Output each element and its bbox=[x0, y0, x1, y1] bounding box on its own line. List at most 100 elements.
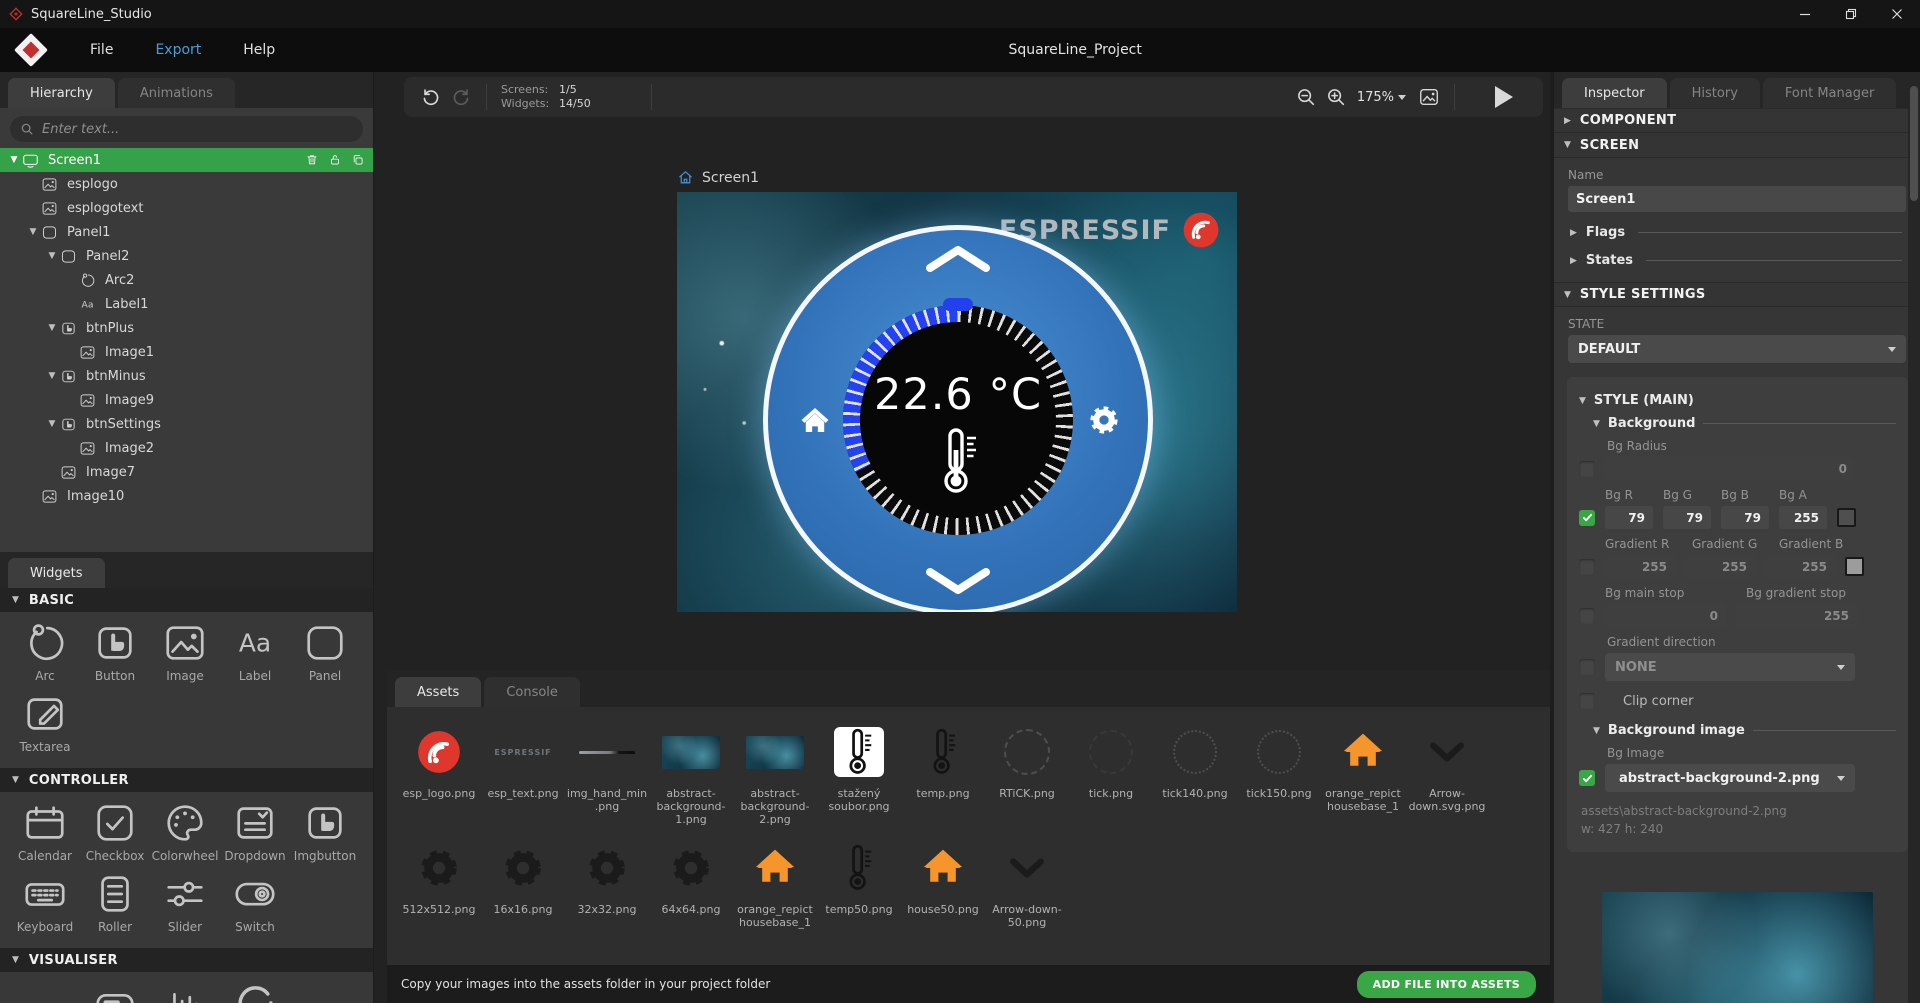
asset-item[interactable]: temp50.png bbox=[817, 837, 901, 929]
menu-file[interactable]: File bbox=[90, 42, 113, 58]
tree-node-Label1[interactable]: AaLabel1 bbox=[0, 292, 373, 316]
tab-assets[interactable]: Assets bbox=[395, 677, 481, 707]
widget-roller[interactable]: Roller bbox=[80, 871, 150, 934]
asset-item[interactable]: ESPRESSIFesp_text.png bbox=[481, 721, 565, 827]
tree-caret[interactable]: ▼ bbox=[44, 419, 60, 429]
tree-node-Panel2[interactable]: ▼Panel2 bbox=[0, 244, 373, 268]
states-collapsible[interactable]: ▶States bbox=[1570, 253, 1906, 268]
asset-item[interactable]: stažený soubor.png bbox=[817, 721, 901, 827]
restore-button[interactable] bbox=[1828, 0, 1874, 28]
tab-widgets[interactable]: Widgets bbox=[8, 558, 105, 588]
add-file-into-assets-button[interactable]: ADD FILE INTO ASSETS bbox=[1357, 971, 1536, 998]
tree-caret[interactable]: ▼ bbox=[44, 371, 60, 381]
clip-corner-checkbox[interactable] bbox=[1579, 693, 1595, 709]
bg-radius-field[interactable]: 0 bbox=[1605, 457, 1855, 480]
widget-chart[interactable] bbox=[150, 980, 220, 1003]
asset-item[interactable]: 512x512.png bbox=[397, 837, 481, 929]
bg-a-field[interactable]: 255 bbox=[1779, 506, 1827, 529]
tab-hierarchy[interactable]: Hierarchy bbox=[8, 78, 115, 108]
tree-node-Image9[interactable]: Image9 bbox=[0, 388, 373, 412]
background-subheader[interactable]: ▼Background bbox=[1593, 416, 1896, 431]
widget-button[interactable]: Button bbox=[80, 620, 150, 683]
tab-animations[interactable]: Animations bbox=[118, 78, 235, 108]
tree-node-esplogotext[interactable]: esplogotext bbox=[0, 196, 373, 220]
zoom-level[interactable]: 175% bbox=[1357, 90, 1394, 105]
tree-node-esplogo[interactable]: esplogo bbox=[0, 172, 373, 196]
asset-item[interactable]: abstract-background-1.png bbox=[649, 721, 733, 827]
asset-item[interactable]: 16x16.png bbox=[481, 837, 565, 929]
delete-icon[interactable] bbox=[305, 153, 319, 167]
asset-item[interactable]: tick140.png bbox=[1153, 721, 1237, 827]
bg-b-field[interactable]: 79 bbox=[1721, 506, 1769, 529]
close-button[interactable] bbox=[1874, 0, 1920, 28]
widget-spinner[interactable] bbox=[220, 980, 290, 1003]
home-button[interactable] bbox=[798, 403, 832, 437]
widget-image[interactable]: Image bbox=[150, 620, 220, 683]
tree-caret[interactable]: ▼ bbox=[6, 155, 22, 165]
tree-node-Arc2[interactable]: Arc2 bbox=[0, 268, 373, 292]
tab-history[interactable]: History bbox=[1670, 78, 1760, 108]
widget-checkbox[interactable]: Checkbox bbox=[80, 800, 150, 863]
design-canvas[interactable]: ESPRESSIF bbox=[677, 192, 1237, 612]
gradient-r-field[interactable]: 255 bbox=[1605, 555, 1675, 578]
asset-item[interactable]: Arrow-down-50.png bbox=[985, 837, 1069, 929]
state-dropdown[interactable]: DEFAULT bbox=[1568, 335, 1906, 363]
asset-item[interactable]: tick150.png bbox=[1237, 721, 1321, 827]
widget-slider[interactable]: Slider bbox=[150, 871, 220, 934]
hierarchy-search[interactable] bbox=[10, 116, 363, 142]
bg-main-stop-field[interactable]: 0 bbox=[1605, 604, 1726, 627]
gradient-color-checkbox[interactable] bbox=[1579, 559, 1595, 575]
stops-checkbox[interactable] bbox=[1579, 608, 1595, 624]
copy-icon[interactable] bbox=[351, 153, 365, 167]
widget-imgbutton[interactable]: Imgbutton bbox=[290, 800, 360, 863]
tree-node-Image7[interactable]: Image7 bbox=[0, 460, 373, 484]
bg-r-field[interactable]: 79 bbox=[1605, 506, 1653, 529]
widget-bar[interactable] bbox=[80, 980, 150, 1003]
tree-node-Image10[interactable]: Image10 bbox=[0, 484, 373, 508]
redo-button[interactable] bbox=[450, 86, 472, 108]
tree-node-Image2[interactable]: Image2 bbox=[0, 436, 373, 460]
screen-section-header[interactable]: ▼SCREEN bbox=[1554, 133, 1920, 158]
style-settings-header[interactable]: ▼STYLE SETTINGS bbox=[1554, 282, 1920, 307]
bg-gradient-stop-field[interactable]: 255 bbox=[1736, 604, 1857, 627]
asset-item[interactable]: 32x32.png bbox=[565, 837, 649, 929]
tab-font-manager[interactable]: Font Manager bbox=[1763, 78, 1896, 108]
section-header-controller[interactable]: ▼CONTROLLER bbox=[0, 768, 373, 792]
gradient-b-field[interactable]: 255 bbox=[1765, 555, 1835, 578]
asset-item[interactable]: orange_repict housebase_1 bbox=[1321, 721, 1405, 827]
widget-switch[interactable]: Switch bbox=[220, 871, 290, 934]
asset-item[interactable]: abstract-background-2.png bbox=[733, 721, 817, 827]
tree-node-btnSettings[interactable]: ▼btnSettings bbox=[0, 412, 373, 436]
minimize-button[interactable] bbox=[1782, 0, 1828, 28]
gradient-direction-dropdown[interactable]: NONE bbox=[1605, 653, 1855, 681]
search-input[interactable] bbox=[42, 122, 353, 137]
zoom-in-icon[interactable] bbox=[1325, 86, 1347, 108]
bg-image-dropdown[interactable]: abstract-background-2.png bbox=[1605, 764, 1855, 792]
bg-g-field[interactable]: 79 bbox=[1663, 506, 1711, 529]
asset-item[interactable]: 64x64.png bbox=[649, 837, 733, 929]
bg-color-checkbox[interactable] bbox=[1579, 510, 1595, 526]
widget-panel[interactable]: Panel bbox=[290, 620, 360, 683]
menu-help[interactable]: Help bbox=[243, 42, 275, 58]
settings-button[interactable] bbox=[1088, 404, 1120, 436]
zoom-out-icon[interactable] bbox=[1295, 86, 1317, 108]
gradient-direction-checkbox[interactable] bbox=[1579, 659, 1595, 675]
zoom-dropdown-icon[interactable] bbox=[1398, 95, 1406, 100]
flags-collapsible[interactable]: ▶Flags bbox=[1570, 225, 1906, 240]
increase-button[interactable] bbox=[922, 244, 994, 274]
asset-item[interactable]: house50.png bbox=[901, 837, 985, 929]
thermostat-dial[interactable]: 22.6 °C bbox=[763, 225, 1153, 612]
bg-radius-checkbox[interactable] bbox=[1579, 461, 1595, 477]
section-header-basic[interactable]: ▼BASIC bbox=[0, 588, 373, 612]
gradient-color-swatch[interactable] bbox=[1845, 557, 1864, 576]
menu-export[interactable]: Export bbox=[155, 42, 201, 58]
tab-console[interactable]: Console bbox=[484, 677, 580, 707]
widget-arc[interactable]: Arc bbox=[10, 620, 80, 683]
asset-item[interactable]: img_hand_min.png bbox=[565, 721, 649, 827]
tab-inspector[interactable]: Inspector bbox=[1562, 78, 1667, 108]
tree-node-Screen1[interactable]: ▼Screen1 bbox=[0, 148, 373, 172]
screen-name-field[interactable] bbox=[1568, 186, 1906, 212]
inspector-scrollbar[interactable] bbox=[1908, 72, 1920, 1003]
asset-item[interactable]: Arrow-down.svg.png bbox=[1405, 721, 1489, 827]
tree-caret[interactable]: ▼ bbox=[44, 323, 60, 333]
